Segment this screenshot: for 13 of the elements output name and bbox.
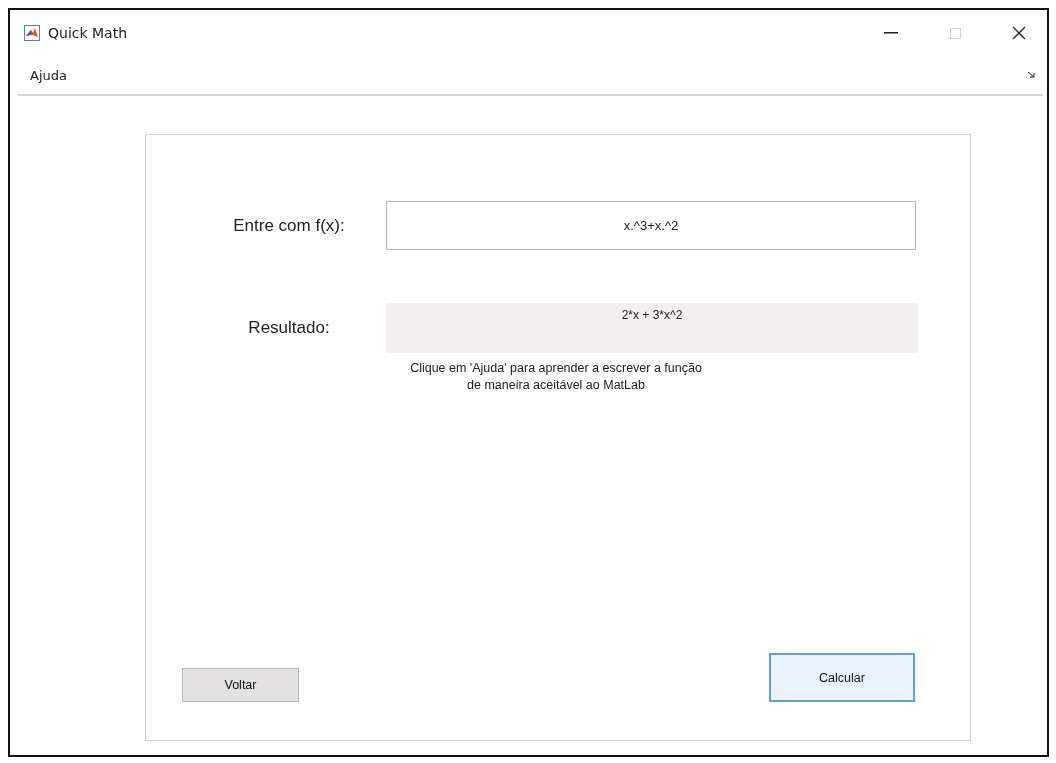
back-button[interactable]: Voltar (182, 668, 299, 702)
close-icon[interactable] (1012, 26, 1026, 40)
minimize-icon[interactable] (884, 32, 898, 34)
help-note: Clique em 'Ajuda' para aprender a escrever a função de maneira aceitável ao MatLab (409, 360, 703, 394)
input-label: Entre com f(x): (232, 215, 346, 236)
window-title: Quick Math (48, 25, 129, 41)
menu-item[interactable]: Ajuda (30, 67, 1028, 83)
app-logo-icon (24, 25, 40, 41)
result-label: Resultado: (247, 318, 331, 338)
calculate-button[interactable]: Calcular (769, 653, 915, 702)
arrow-icon (1028, 72, 1035, 78)
function-input-field[interactable]: x.^3+x.^2 (386, 201, 916, 250)
result-field: 2*x + 3*x^2 (386, 303, 918, 353)
